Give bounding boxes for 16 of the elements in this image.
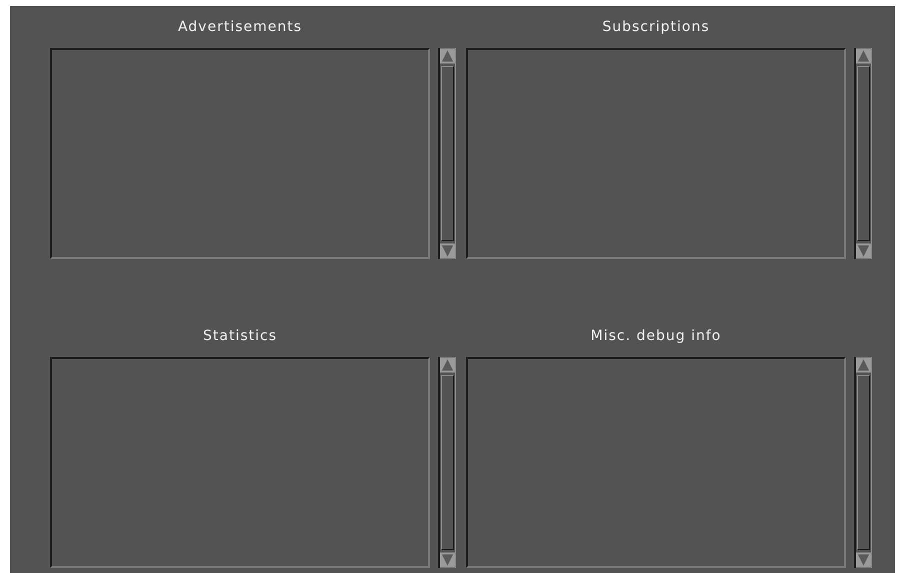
- scrollbar[interactable]: [854, 357, 872, 568]
- down-arrow-icon[interactable]: [440, 243, 455, 259]
- pane-title: Advertisements: [176, 18, 304, 36]
- up-arrow-icon[interactable]: [856, 48, 871, 64]
- up-arrow-icon[interactable]: [856, 357, 871, 373]
- pane-title: Statistics: [202, 326, 278, 346]
- pane-title: Subscriptions: [601, 18, 711, 36]
- scrollbar[interactable]: [438, 48, 456, 259]
- down-arrow-icon[interactable]: [856, 552, 871, 568]
- up-arrow-icon[interactable]: [440, 357, 455, 373]
- scrollbar[interactable]: [438, 357, 456, 568]
- down-arrow-icon[interactable]: [856, 243, 871, 259]
- down-arrow-icon[interactable]: [440, 552, 455, 568]
- up-arrow-icon[interactable]: [440, 48, 455, 64]
- pane-title: Misc. debug info: [590, 326, 722, 346]
- scrollbar[interactable]: [854, 48, 872, 259]
